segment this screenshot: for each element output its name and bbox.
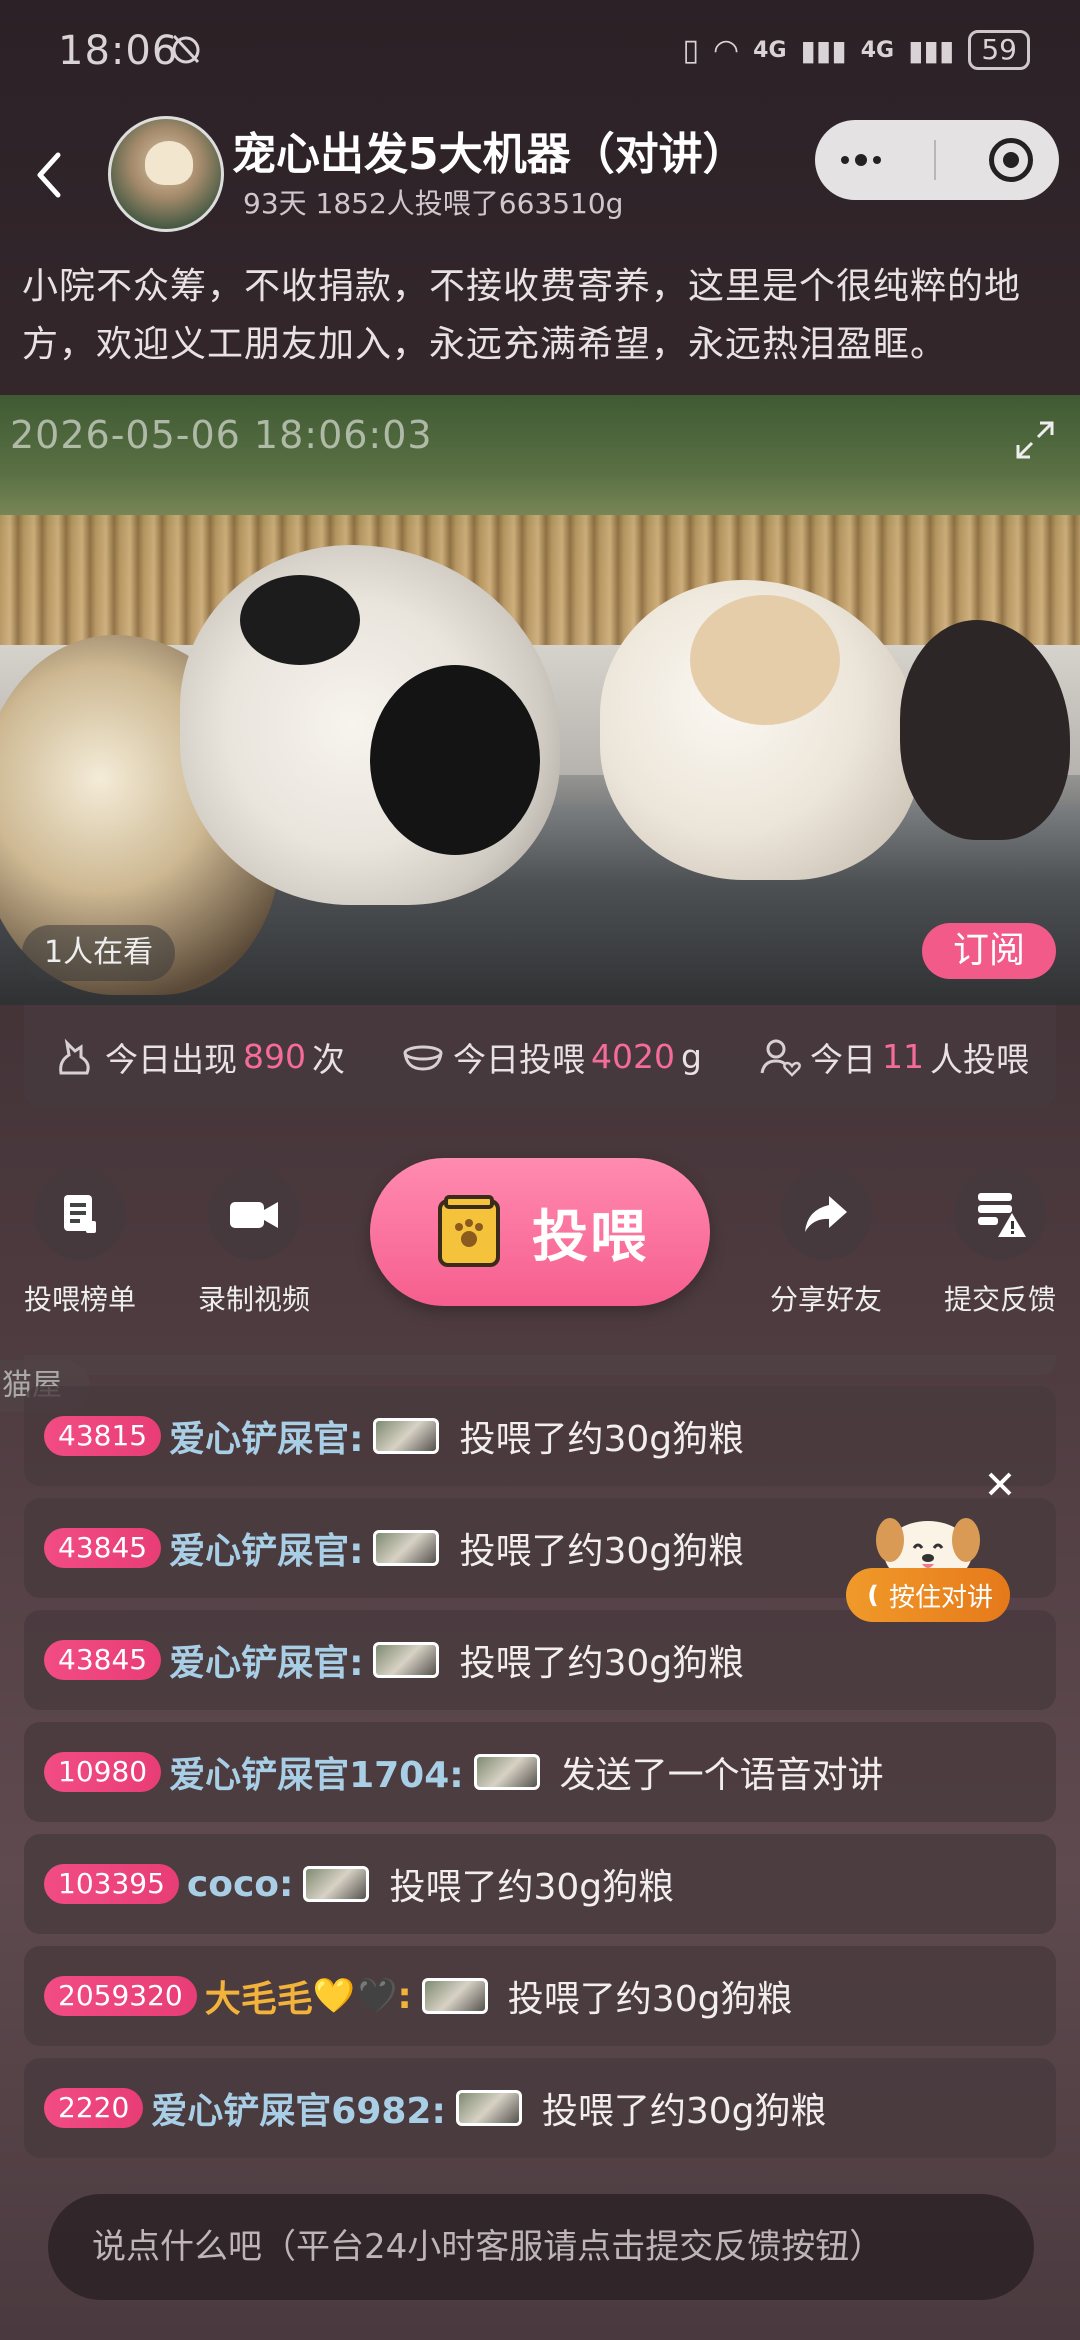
feed-button[interactable]: 投喂 [370,1158,710,1306]
user-level-badge: 2220 [44,2088,144,2128]
alarm-off-icon [172,34,200,64]
heart-emojis: 💛🖤 [312,1976,398,2016]
record-video-button[interactable]: 录制视频 [174,1168,334,1318]
back-arrow-icon[interactable] [28,145,68,205]
close-miniapp-icon[interactable] [988,138,1033,182]
user-heart-icon [760,1039,801,1077]
chat-message: 投喂了约30g狗粮 [459,1419,745,1460]
push-to-talk-button[interactable]: ❪ 按住对讲 [846,1568,1010,1622]
page-title: 宠心出发5大机器（对讲） [232,129,747,180]
feedback-label: 提交反馈 [943,1283,1056,1316]
chat-row-partial [24,1355,1056,1375]
chat-username[interactable]: 大毛毛 [205,1970,313,2022]
stat-feeders: 今日 11 人投喂 [756,1033,1029,1081]
record-video-label: 录制视频 [197,1283,310,1316]
room-description: 小院不众筹，不收捐款，不接收费寄养，这里是个很纯粹的地方，欢迎义工朋友加入，永远… [22,266,1022,365]
leaderboard-button[interactable]: 投喂榜单 [0,1168,160,1318]
snapshot-thumbnail[interactable] [473,1754,540,1790]
signal-icon-2: 4G [860,37,895,63]
chat-row: 43845 爱心铲屎官: 投喂了约30g狗粮 [24,1610,1056,1710]
status-bar: 18:06 ▯ ◠ 4G ▮▮▮ 4G ▮▮▮ 59 [0,0,1080,100]
chat-username[interactable]: 爱心铲屎官: [169,1522,363,1574]
share-arrow-icon [805,1196,847,1232]
user-level-badge: 10980 [44,1752,162,1792]
snapshot-thumbnail[interactable] [373,1530,440,1566]
page-subtitle: 93天 1852人投喂了663510g [243,187,624,220]
wifi-icon: ◠ [712,32,740,68]
stat-feed-amount: 今日投喂 4020 g [399,1033,702,1081]
live-video[interactable]: 2026-05-06 18:06:03 1人在看 订阅 [0,395,1080,1005]
snapshot-thumbnail[interactable] [455,2090,522,2126]
feedback-warning-icon [978,1193,1026,1237]
stat-appearances-value: 890 [243,1037,306,1076]
chat-row: 2059320 大毛毛 💛🖤 : 投喂了约30g狗粮 [24,1946,1056,2046]
chat-row: 103395 coco: 投喂了约30g狗粮 [24,1834,1056,1934]
share-button[interactable]: 分享好友 [746,1168,906,1318]
chat-username[interactable]: 爱心铲屎官1704: [169,1746,464,1798]
more-icon[interactable] [841,154,882,166]
chat-message: 投喂了约30g狗粮 [507,1979,793,2020]
chat-username[interactable]: 爱心铲屎官: [169,1634,363,1686]
snapshot-thumbnail[interactable] [373,1418,440,1454]
share-label: 分享好友 [769,1283,882,1316]
video-timestamp: 2026-05-06 18:06:03 [10,413,433,457]
bowl-icon [403,1045,443,1071]
leaderboard-label: 投喂榜单 [23,1283,136,1316]
food-bag-icon [438,1195,500,1267]
user-level-badge: 43845 [44,1640,162,1680]
push-to-talk-label: 按住对讲 [889,1582,994,1613]
battery-indicator: 59 [968,30,1030,70]
status-icons: ▯ ◠ 4G ▮▮▮ 4G ▮▮▮ 59 [682,30,1030,70]
subscribe-button[interactable]: 订阅 [922,923,1056,979]
stat-feeders-value: 11 [881,1037,924,1076]
chat-message: 投喂了约30g狗粮 [459,1643,745,1684]
stat-feed-amount-value: 4020 [591,1037,675,1076]
chat-row: 2220 爱心铲屎官6982: 投喂了约30g狗粮 [24,2058,1056,2158]
chat-row: 43815 爱心铲屎官: 投喂了约30g狗粮 [24,1386,1056,1486]
sound-wave-icon: ❪ [862,1581,884,1609]
chat-message: 发送了一个语音对讲 [559,1755,884,1796]
viewer-count: 1人在看 [22,925,176,981]
video-camera-icon [230,1202,278,1228]
fullscreen-icon[interactable] [1010,415,1060,465]
feedback-button[interactable]: 提交反馈 [920,1168,1080,1318]
chat-message: 投喂了约30g狗粮 [459,1531,745,1572]
cat-icon [59,1038,90,1074]
document-icon [64,1195,96,1233]
user-level-badge: 2059320 [44,1976,197,2016]
chat-row: 10980 爱心铲屎官1704: 发送了一个语音对讲 [24,1722,1056,1822]
daily-stats: 今日出现 890 次 今日投喂 4020 g 今日 11 人投喂 [24,1005,1056,1108]
stat-appearances: 今日出现 890 次 [51,1033,345,1081]
snapshot-thumbnail[interactable] [421,1978,488,2014]
user-level-badge: 43815 [44,1416,162,1456]
signal-bars-icon: ▮▮▮ [800,33,847,67]
miniapp-capsule [815,120,1059,200]
chat-username[interactable]: coco: [187,1864,294,1905]
feed-label: 投喂 [532,1204,648,1270]
status-time: 18:06 [58,28,179,74]
vibrate-icon: ▯ [682,32,699,68]
user-level-badge: 43845 [44,1528,162,1568]
user-level-badge: 103395 [44,1864,179,1904]
signal-bars-icon-2: ▮▮▮ [908,33,955,67]
chat-input[interactable]: 说点什么吧（平台24小时客服请点击提交反馈按钮） [48,2194,1034,2300]
snapshot-thumbnail[interactable] [303,1866,370,1902]
chat-message: 投喂了约30g狗粮 [541,2091,827,2132]
chat-username[interactable]: 爱心铲屎官: [169,1410,363,1462]
close-icon[interactable] [982,1466,1018,1502]
chat-message: 投喂了约30g狗粮 [389,1867,675,1908]
chat-username[interactable]: 爱心铲屎官6982: [151,2082,446,2134]
avatar[interactable] [108,116,224,232]
snapshot-thumbnail[interactable] [373,1642,440,1678]
signal-icon: 4G [753,37,787,63]
